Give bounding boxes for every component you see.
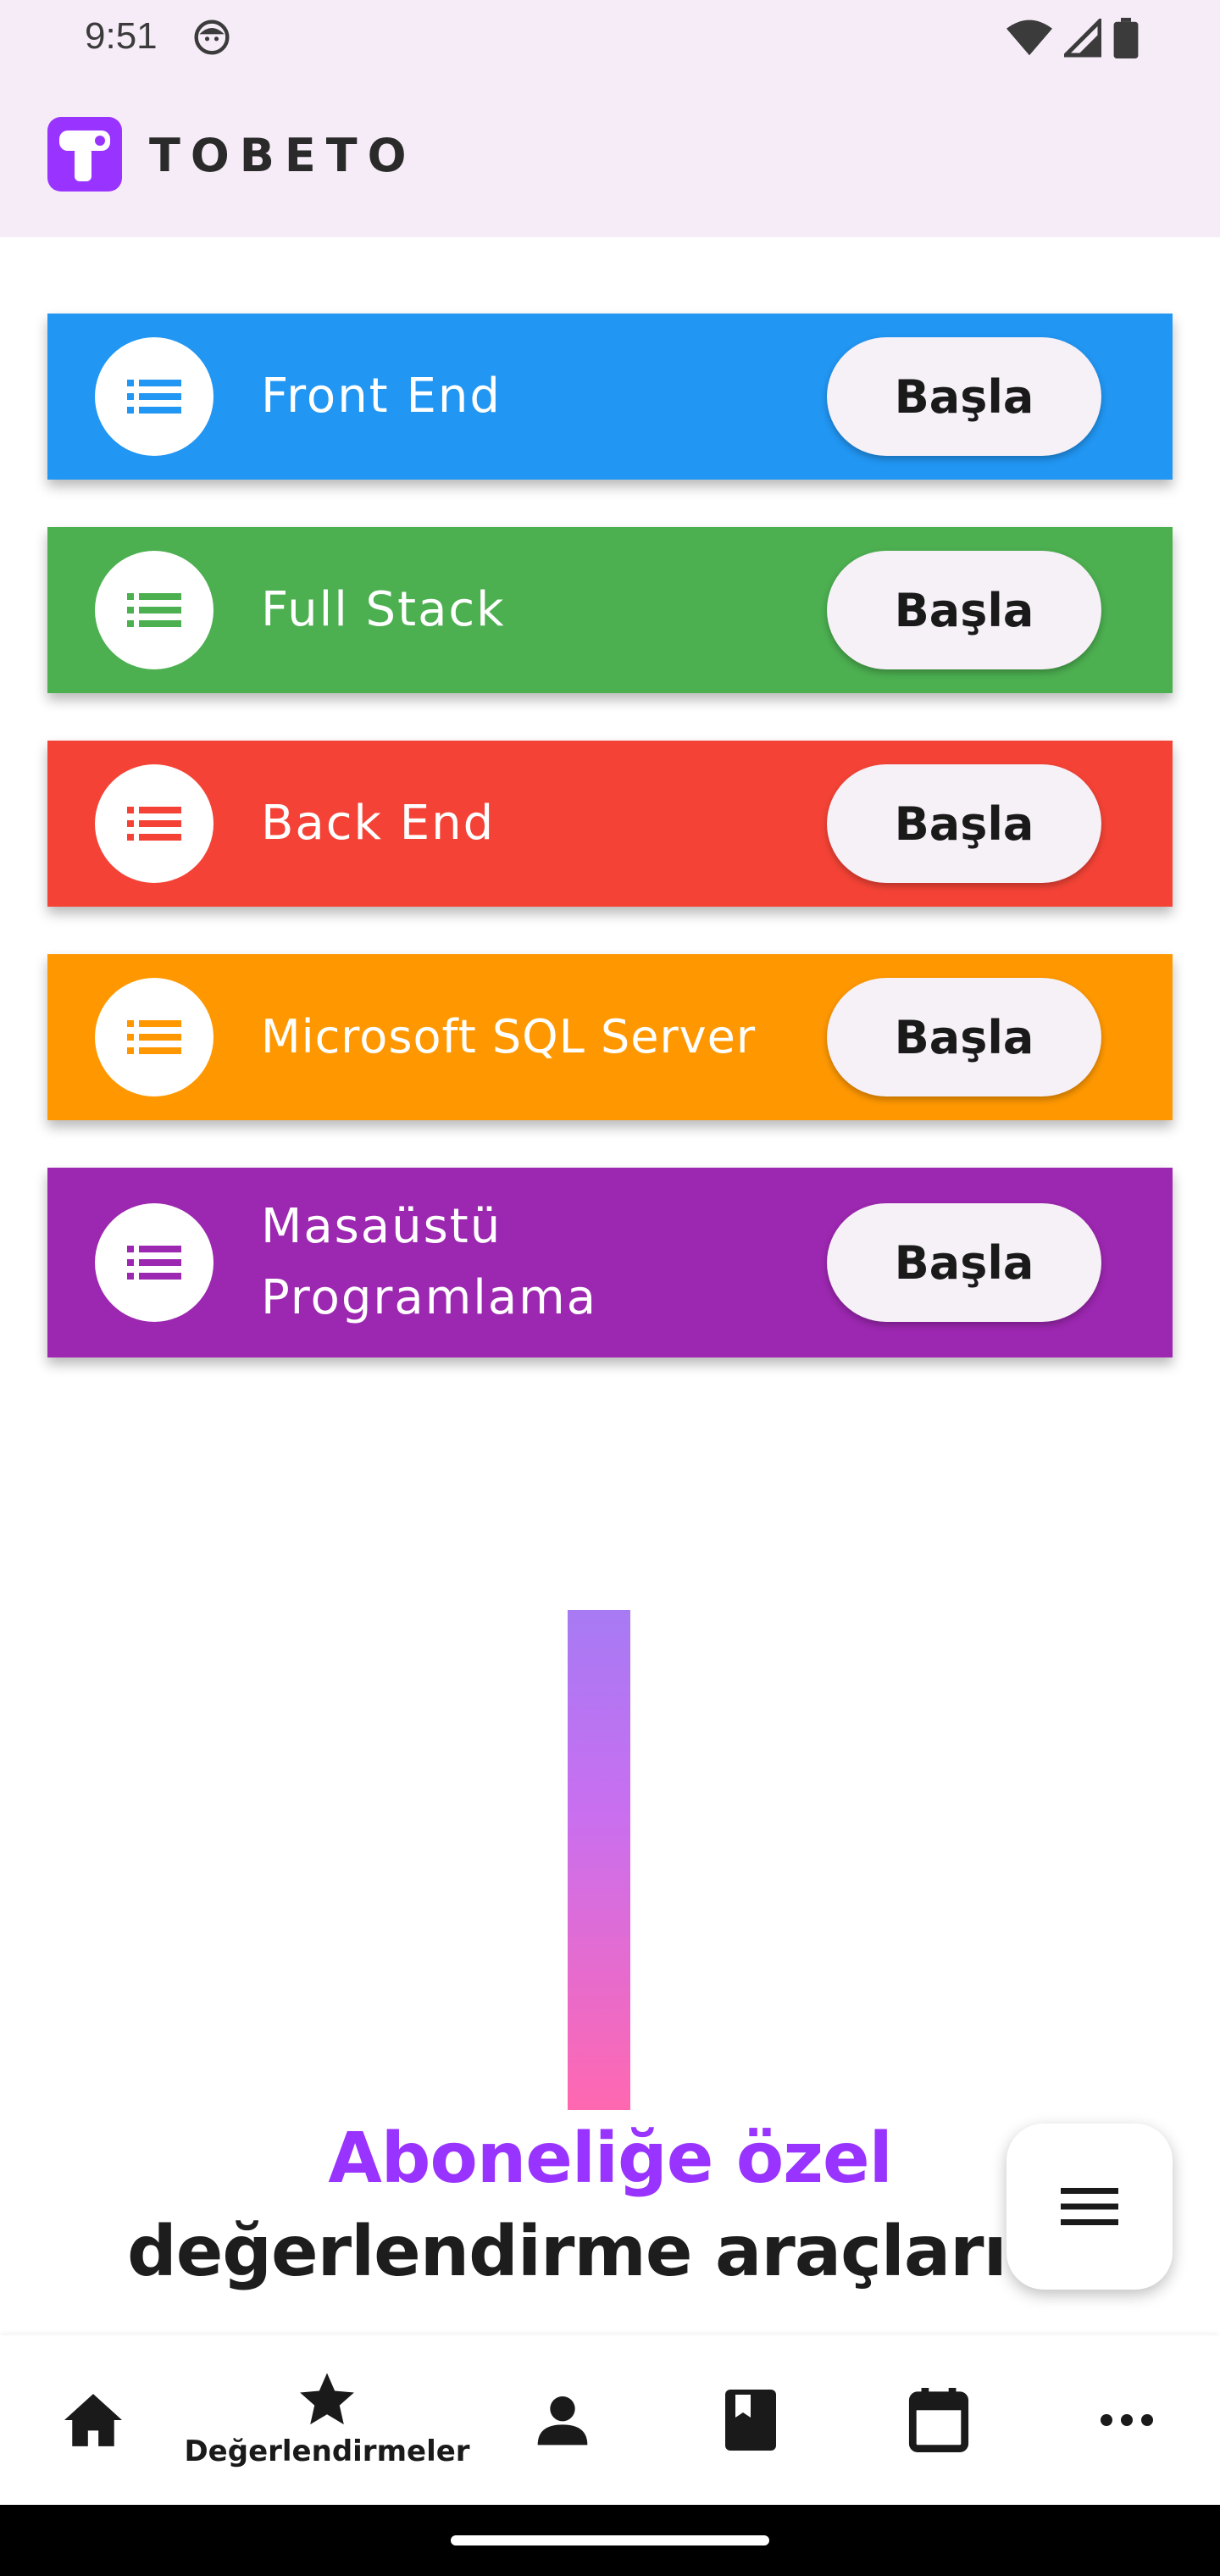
status-time: 9:51 (85, 15, 158, 57)
app-bar: TOBETO (0, 76, 1220, 237)
course-icon-badge (95, 1203, 214, 1322)
person-icon (537, 2396, 588, 2446)
course-icon-badge (95, 764, 214, 883)
nav-item-evaluations[interactable]: Değerlendirmeler (184, 2335, 470, 2505)
menu-fab[interactable] (1006, 2124, 1173, 2290)
course-title: Back End (261, 796, 496, 851)
start-button[interactable]: Başla (827, 978, 1101, 1096)
list-icon (127, 1246, 181, 1280)
start-button[interactable]: Başla (827, 1203, 1101, 1322)
course-card-full-stack[interactable]: Full Stack Başla (47, 527, 1173, 693)
status-icons (1006, 15, 1139, 61)
more-icon (1101, 2414, 1153, 2426)
nav-item-catalog[interactable] (657, 2335, 844, 2505)
battery-icon (1113, 18, 1139, 58)
start-button[interactable]: Başla (827, 337, 1101, 456)
book-icon (725, 2390, 776, 2451)
course-icon-badge (95, 551, 214, 669)
nav-item-more[interactable] (1034, 2335, 1220, 2505)
star-icon (300, 2373, 354, 2425)
list-icon (127, 1020, 181, 1054)
start-button[interactable]: Başla (827, 764, 1101, 883)
course-card-desktop-programming[interactable]: Masaüstü Programlama Başla (47, 1168, 1173, 1357)
course-title: Full Stack (261, 582, 506, 637)
list-icon (127, 593, 181, 627)
course-title-line2: Programlama (261, 1270, 598, 1325)
nav-label: Değerlendirmeler (184, 2434, 470, 2468)
signal-icon (1064, 19, 1101, 58)
menu-icon (1061, 2188, 1118, 2225)
home-indicator[interactable] (451, 2535, 769, 2545)
list-icon (127, 380, 181, 414)
wifi-icon (1006, 19, 1052, 56)
course-icon-badge (95, 978, 214, 1096)
nav-item-profile[interactable] (469, 2335, 656, 2505)
course-title: Front End (261, 369, 502, 424)
screen: 9:51 TOBETO Front End Başla Full Stack B… (0, 0, 1220, 2576)
status-bar: 9:51 (0, 0, 1220, 76)
nav-item-home[interactable] (0, 2335, 186, 2505)
bottom-navigation: Değerlendirmeler (0, 2335, 1220, 2505)
course-title: Microsoft SQL Server (261, 1010, 757, 1063)
course-icon-badge (95, 337, 214, 456)
list-icon (127, 807, 181, 841)
course-card-front-end[interactable]: Front End Başla (47, 314, 1173, 480)
course-card-back-end[interactable]: Back End Başla (47, 741, 1173, 907)
start-button[interactable]: Başla (827, 551, 1101, 669)
tobeto-logo-icon[interactable] (47, 117, 122, 192)
system-navigation-bar (0, 2505, 1220, 2576)
course-card-sql-server[interactable]: Microsoft SQL Server Başla (47, 954, 1173, 1120)
course-title-line1: Masaüstü (261, 1199, 502, 1254)
calendar-icon (908, 2388, 969, 2452)
home-icon (64, 2394, 122, 2446)
nav-item-calendar[interactable] (846, 2335, 1032, 2505)
notification-face-icon (194, 19, 230, 55)
gradient-decoration (568, 1610, 630, 2110)
brand-name: TOBETO (149, 129, 417, 182)
